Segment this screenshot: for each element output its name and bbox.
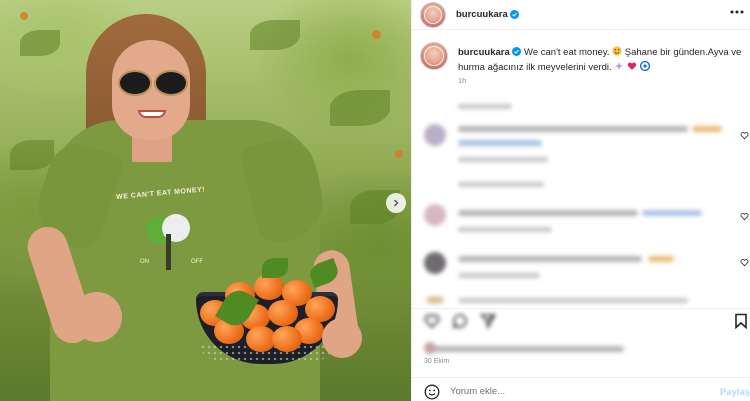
right-hand bbox=[322, 318, 362, 358]
comment-like-heart-icon[interactable] bbox=[740, 212, 749, 221]
persimmon bbox=[272, 326, 302, 352]
persimmon bbox=[268, 300, 298, 326]
liked-by-blurred bbox=[424, 346, 624, 352]
foliage bbox=[250, 20, 300, 50]
post-date: 30 Ekim bbox=[424, 358, 450, 365]
shirt-off-label: OFF bbox=[191, 259, 203, 265]
caption-text: We can't eat money. bbox=[524, 47, 610, 58]
view-replies-blurred bbox=[458, 182, 544, 187]
comment-input[interactable] bbox=[450, 386, 680, 397]
smile bbox=[138, 110, 166, 118]
commenter-avatar bbox=[424, 124, 446, 146]
post-header: burcuukara bbox=[412, 0, 750, 30]
sparkles-emoji-icon bbox=[614, 61, 624, 76]
verified-icon bbox=[510, 10, 519, 19]
blue-circle-emoji-icon bbox=[639, 60, 650, 76]
comment-icon[interactable] bbox=[452, 313, 468, 329]
share-icon[interactable] bbox=[480, 313, 496, 329]
carousel-next-button[interactable] bbox=[386, 193, 406, 213]
tree-fruit bbox=[20, 12, 28, 20]
chevron-right-icon bbox=[394, 199, 399, 207]
comment-meta-blurred bbox=[458, 273, 540, 278]
emoji-icon[interactable] bbox=[424, 384, 440, 400]
post-comment-button[interactable]: Paylaş bbox=[720, 387, 750, 398]
comment-emoji-blurred bbox=[692, 126, 722, 132]
comment-text-blurred bbox=[458, 126, 688, 132]
post-photo[interactable]: WE CAN'T EAT MONEY! ON OFF bbox=[0, 0, 411, 401]
shirt-tree-graphic bbox=[146, 214, 190, 270]
red-heart-emoji-icon bbox=[627, 61, 637, 76]
comment-meta-blurred bbox=[458, 227, 552, 232]
foliage bbox=[20, 30, 60, 56]
comment-text-blurred bbox=[458, 298, 688, 303]
foliage bbox=[10, 140, 54, 170]
left-hand bbox=[72, 292, 122, 342]
avatar[interactable] bbox=[420, 2, 446, 28]
caption-avatar[interactable] bbox=[420, 42, 448, 70]
header-username[interactable]: burcuukara bbox=[456, 9, 508, 20]
comment-emoji-blurred bbox=[648, 256, 674, 262]
comment-like-heart-icon[interactable] bbox=[740, 258, 749, 267]
sunglasses bbox=[118, 70, 188, 96]
comment-like-heart-icon[interactable] bbox=[740, 131, 749, 140]
add-comment-bar: Paylaş bbox=[412, 377, 750, 401]
commenter-avatar bbox=[424, 252, 446, 274]
tree-fruit bbox=[372, 30, 381, 39]
post-details-panel: burcuukara burcuukara We can't eat money… bbox=[411, 0, 750, 401]
see-translation-blurred bbox=[458, 104, 512, 109]
verified-icon bbox=[512, 47, 522, 56]
post-caption: burcuukara We can't eat money. Şahane bi… bbox=[458, 46, 743, 76]
bookmark-icon[interactable] bbox=[733, 313, 749, 329]
comment-text-blurred bbox=[458, 256, 642, 262]
liker-avatar bbox=[424, 342, 436, 354]
comment-text-blurred bbox=[458, 210, 638, 216]
more-icon[interactable] bbox=[730, 10, 744, 14]
comment-meta-blurred bbox=[458, 157, 548, 162]
commenter-avatar bbox=[424, 204, 446, 226]
persimmon-leaf bbox=[262, 258, 288, 278]
tree-fruit bbox=[395, 150, 403, 158]
commenter-avatar bbox=[426, 296, 444, 304]
comment-mention-blurred bbox=[642, 210, 702, 216]
heart-eyes-emoji-icon bbox=[612, 46, 622, 61]
caption-time: 1h bbox=[458, 76, 467, 85]
post-actions bbox=[412, 308, 750, 370]
comment-mention-blurred bbox=[458, 140, 542, 146]
foliage bbox=[330, 90, 390, 126]
caption-username[interactable]: burcuukara bbox=[458, 47, 510, 58]
shirt-on-label: ON bbox=[140, 259, 149, 265]
heart-icon[interactable] bbox=[424, 313, 440, 329]
